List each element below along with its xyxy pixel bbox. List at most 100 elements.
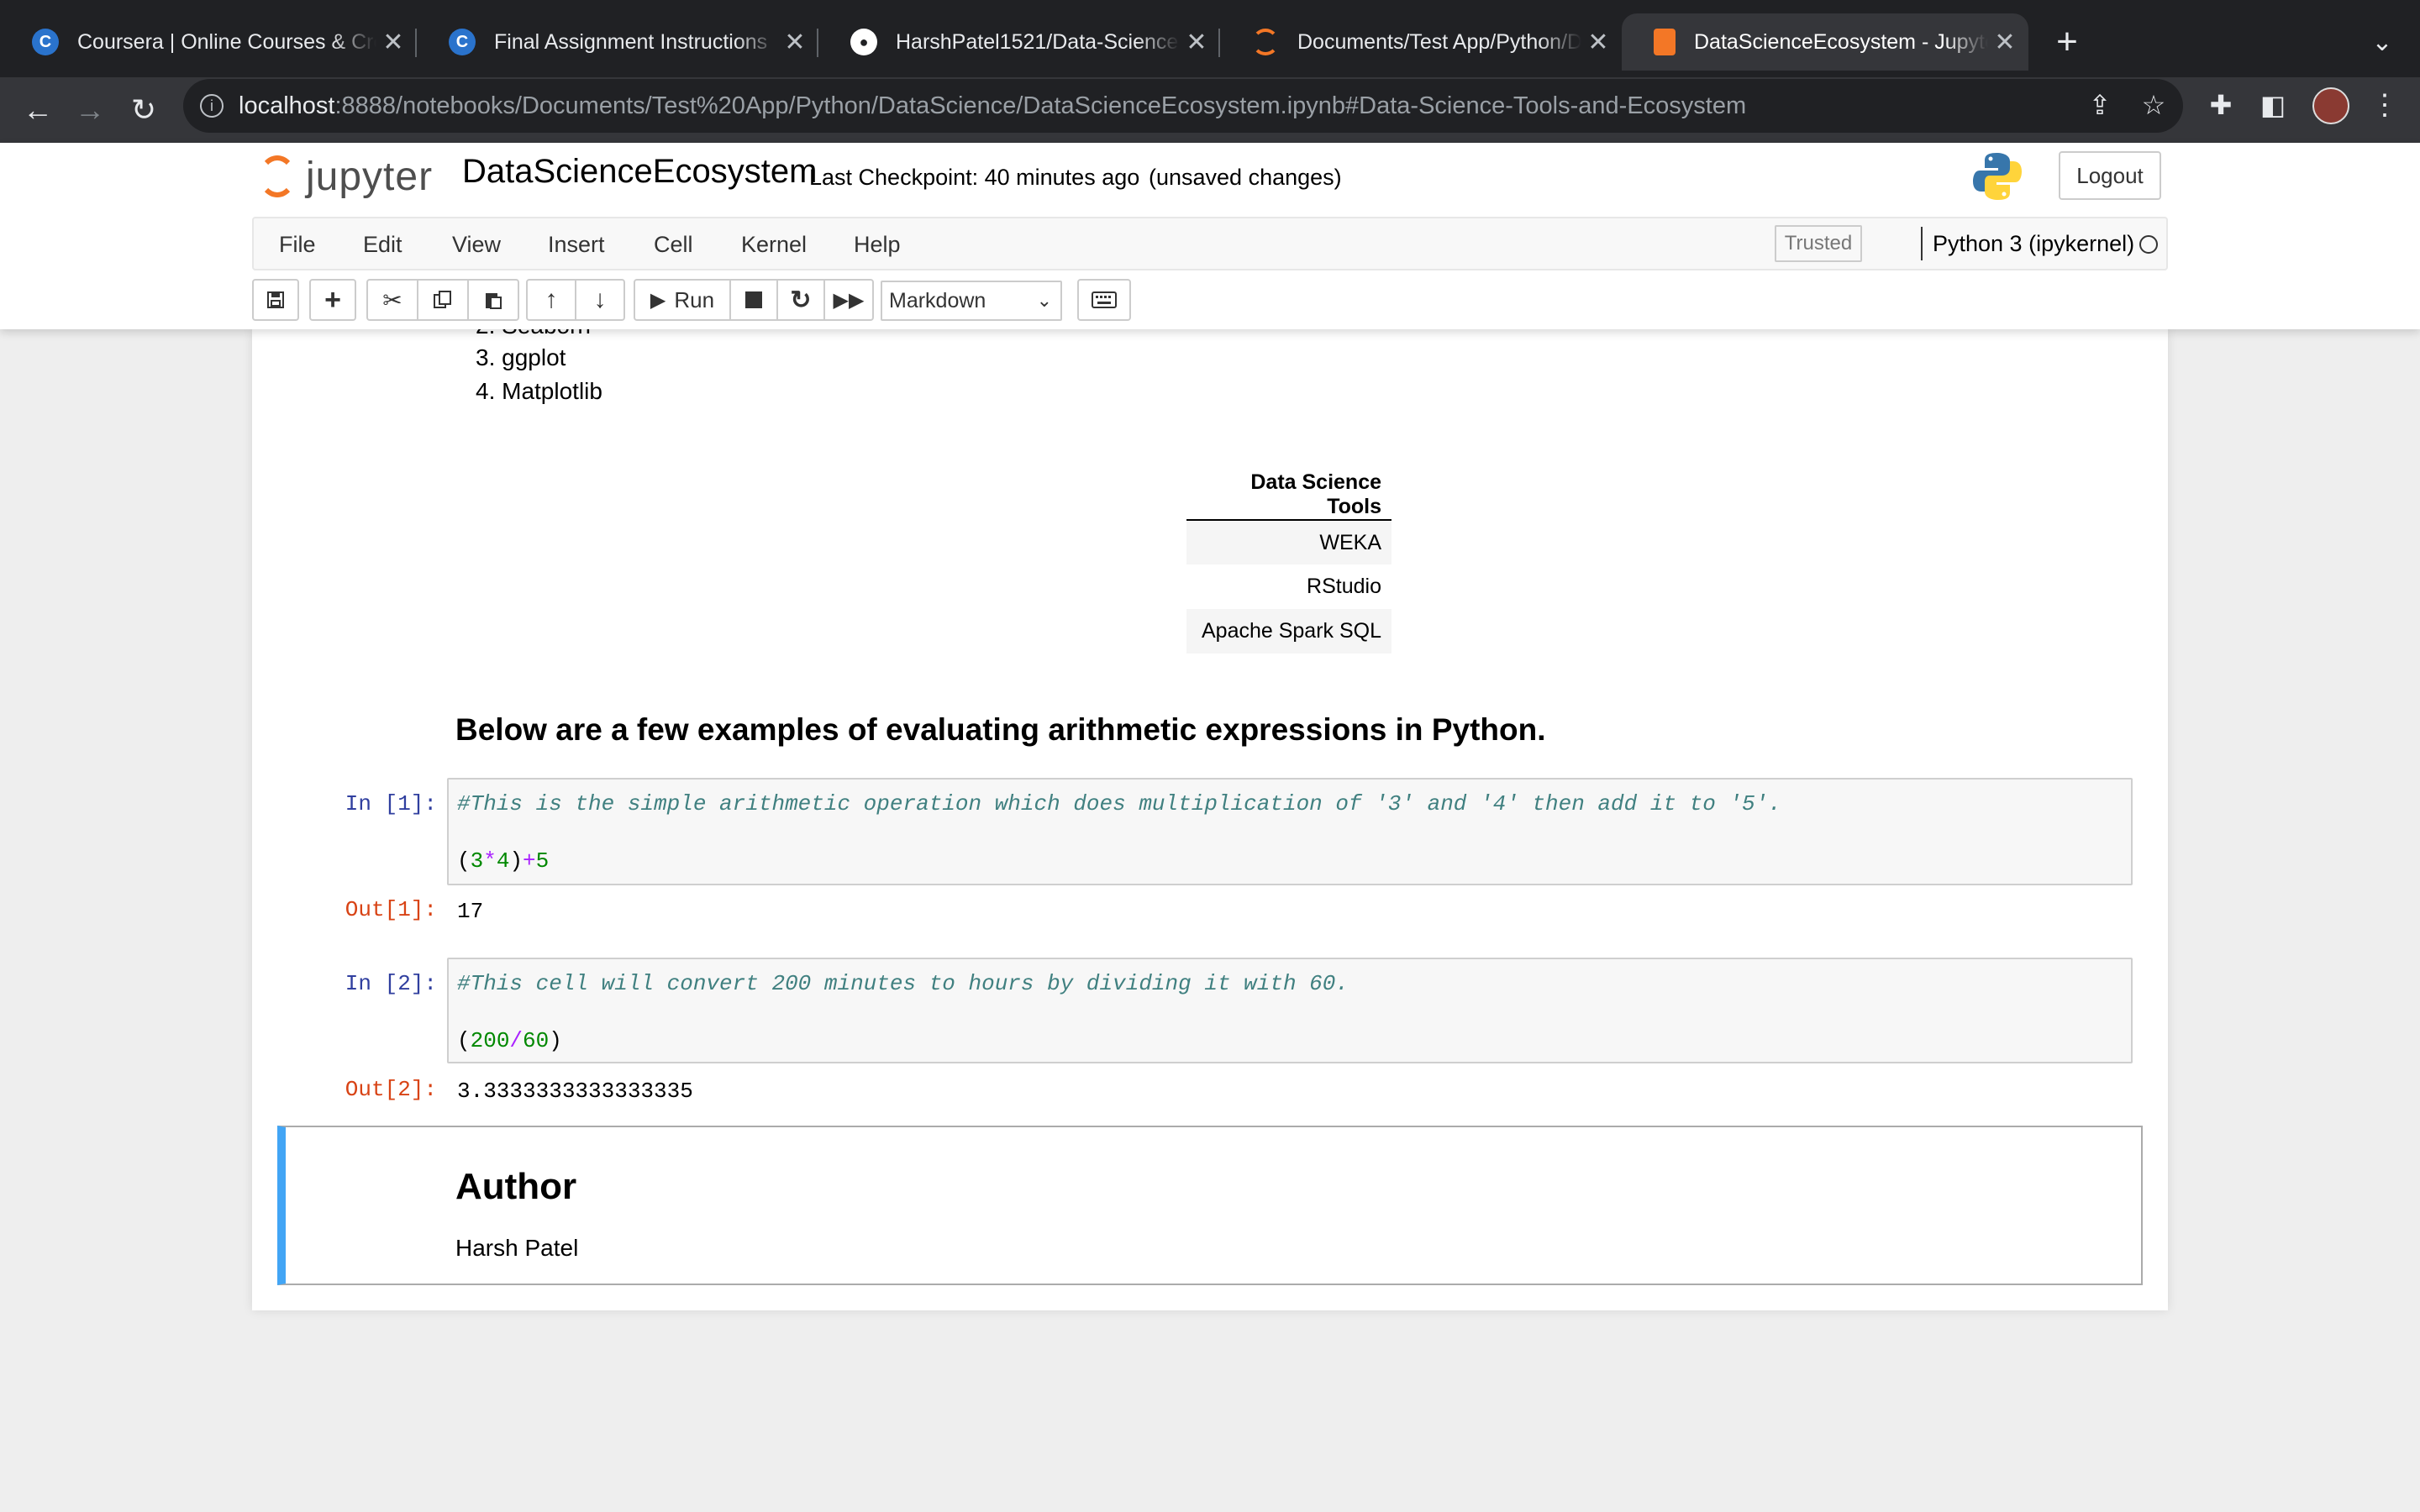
tools-table: Data Science Tools WEKA RStudio Apache S… [1186,470,1392,654]
reload-icon[interactable]: ↻ [123,89,165,131]
save-icon [267,291,284,308]
new-tab-icon[interactable]: + [2042,18,2092,66]
close-icon[interactable]: ✕ [1180,28,1213,57]
cell-output: 17 [457,899,484,924]
logout-button[interactable]: Logout [2059,151,2161,200]
side-panel-icon[interactable]: ◧ [2252,84,2294,126]
menu-view[interactable]: View [452,232,501,258]
browser-tab[interactable]: C Coursera | Online Courses & Credential… [0,13,417,71]
scissors-icon: ✂ [382,286,402,313]
tab-title: Coursera | Online Courses & Credentials [77,29,376,54]
list-item: 3. ggplot [476,344,566,370]
coursera-icon: C [32,29,59,55]
save-button[interactable] [252,279,299,321]
fast-forward-icon: ▶▶ [833,288,865,312]
run-button[interactable]: ▶ Run [634,279,731,321]
more-menu-icon[interactable]: ⋮ [2368,84,2402,126]
copy-button[interactable] [417,279,469,321]
jupyter-icon [1252,29,1279,55]
input-prompt: In [2]: [345,971,437,996]
stop-icon [745,291,762,308]
tab-title: DataScienceEcosystem - Jupyter Notebook [1694,29,1988,54]
notebook-icon [1654,29,1676,55]
cut-button[interactable]: ✂ [366,279,418,321]
bookmark-star-icon[interactable]: ☆ [2133,84,2175,126]
cell-type-value: Markdown [889,289,986,312]
close-icon[interactable]: ✕ [1988,28,2022,57]
forward-icon[interactable]: → [69,89,111,131]
restart-button[interactable]: ↻ [776,279,825,321]
browser-tab[interactable]: C Final Assignment Instructions ✕ [417,13,818,71]
chevron-down-icon: ⌄ [1036,290,1052,311]
chevron-down-icon[interactable]: ⌄ [2361,22,2403,64]
close-icon[interactable]: ✕ [778,28,812,57]
menu-cell[interactable]: Cell [654,232,693,258]
menu-kernel[interactable]: Kernel [741,232,807,258]
play-icon: ▶ [650,288,666,312]
share-icon[interactable]: ⇪ [2079,84,2121,126]
interrupt-button[interactable] [729,279,778,321]
cell-type-select[interactable]: Markdown ⌄ [881,281,1062,321]
restart-run-all-button[interactable]: ▶▶ [823,279,874,321]
menu-help[interactable]: Help [854,232,901,258]
code-cell-input[interactable]: #This cell will convert 200 minutes to h… [447,958,2133,1063]
info-icon[interactable]: i [200,94,224,118]
coursera-icon: C [449,29,476,55]
jupyter-logo-text: jupyter [306,154,434,199]
url-path: :8888/notebooks/Documents/Test%20App/Pyt… [334,92,1747,119]
notebook-name[interactable]: DataScienceEcosystem [462,153,817,191]
browser-tab-active[interactable]: DataScienceEcosystem - Jupyter Notebook … [1622,13,2028,71]
copy-icon [434,291,451,308]
table-cell: RStudio [1307,575,1381,598]
code-line: (3*4)+5 [457,848,550,874]
menu-edit[interactable]: Edit [363,232,402,258]
author-name: Harsh Patel [455,1235,579,1261]
table-cell: Apache Spark SQL [1186,609,1392,654]
restart-icon: ↻ [790,286,812,314]
arrow-up-icon: ↑ [544,286,558,313]
author-heading: Author [455,1166,577,1207]
browser-tab[interactable]: Documents/Test App/Python/DataScience ✕ [1220,13,1622,71]
browser-tab[interactable]: ● HarshPatel1521/Data-Science ✕ [818,13,1220,71]
table-header: Data Science Tools [1186,470,1392,521]
insert-cell-button[interactable]: + [309,279,356,321]
paste-button[interactable] [467,279,519,321]
command-palette-button[interactable] [1077,279,1131,321]
section-heading: Below are a few examples of evaluating a… [455,712,1546,747]
tab-title: Final Assignment Instructions [494,29,768,54]
output-prompt: Out[1]: [345,897,437,922]
python-logo-icon [1973,153,2022,200]
code-cell-input[interactable]: #This is the simple arithmetic operation… [447,778,2133,885]
back-icon[interactable]: ← [17,89,59,131]
close-icon[interactable]: ✕ [376,28,410,57]
jupyter-logo[interactable]: jupyter [259,151,433,202]
move-down-button[interactable]: ↓ [575,279,625,321]
run-label: Run [674,286,715,312]
kernel-name[interactable]: Python 3 (ipykernel) [1921,227,2134,260]
menu-file[interactable]: File [279,232,316,258]
close-icon[interactable]: ✕ [1581,28,1615,57]
arrow-down-icon: ↓ [593,286,607,313]
url-text[interactable]: localhost:8888/notebooks/Documents/Test%… [239,92,2183,120]
code-comment: #This cell will convert 200 minutes to h… [457,971,1349,996]
extensions-icon[interactable]: ✚ [2200,84,2242,126]
avatar[interactable] [2312,87,2349,124]
url-host: localhost [239,92,335,119]
cell-output: 3.3333333333333335 [457,1079,693,1104]
github-icon: ● [850,29,877,55]
address-bar[interactable]: i localhost:8888/notebooks/Documents/Tes… [183,79,2183,133]
checkpoint-status: Last Checkpoint: 40 minutes ago [809,165,1140,190]
code-comment: #This is the simple arithmetic operation… [457,791,1781,816]
paste-icon [486,293,502,309]
trusted-indicator[interactable]: Trusted [1775,225,1862,262]
browser-tab-strip: C Coursera | Online Courses & Credential… [0,0,2420,77]
menu-bar: File Edit View Insert Cell Kernel Help [252,217,2168,270]
list-item: 4. Matplotlib [476,378,602,404]
plus-icon: + [324,283,341,316]
menu-insert[interactable]: Insert [548,232,605,258]
kernel-idle-icon [2139,235,2158,254]
keyboard-icon [1092,291,1117,308]
move-up-button[interactable]: ↑ [526,279,576,321]
tab-title: Documents/Test App/Python/DataScience [1297,29,1581,54]
unsaved-status: (unsaved changes) [1149,165,1342,190]
